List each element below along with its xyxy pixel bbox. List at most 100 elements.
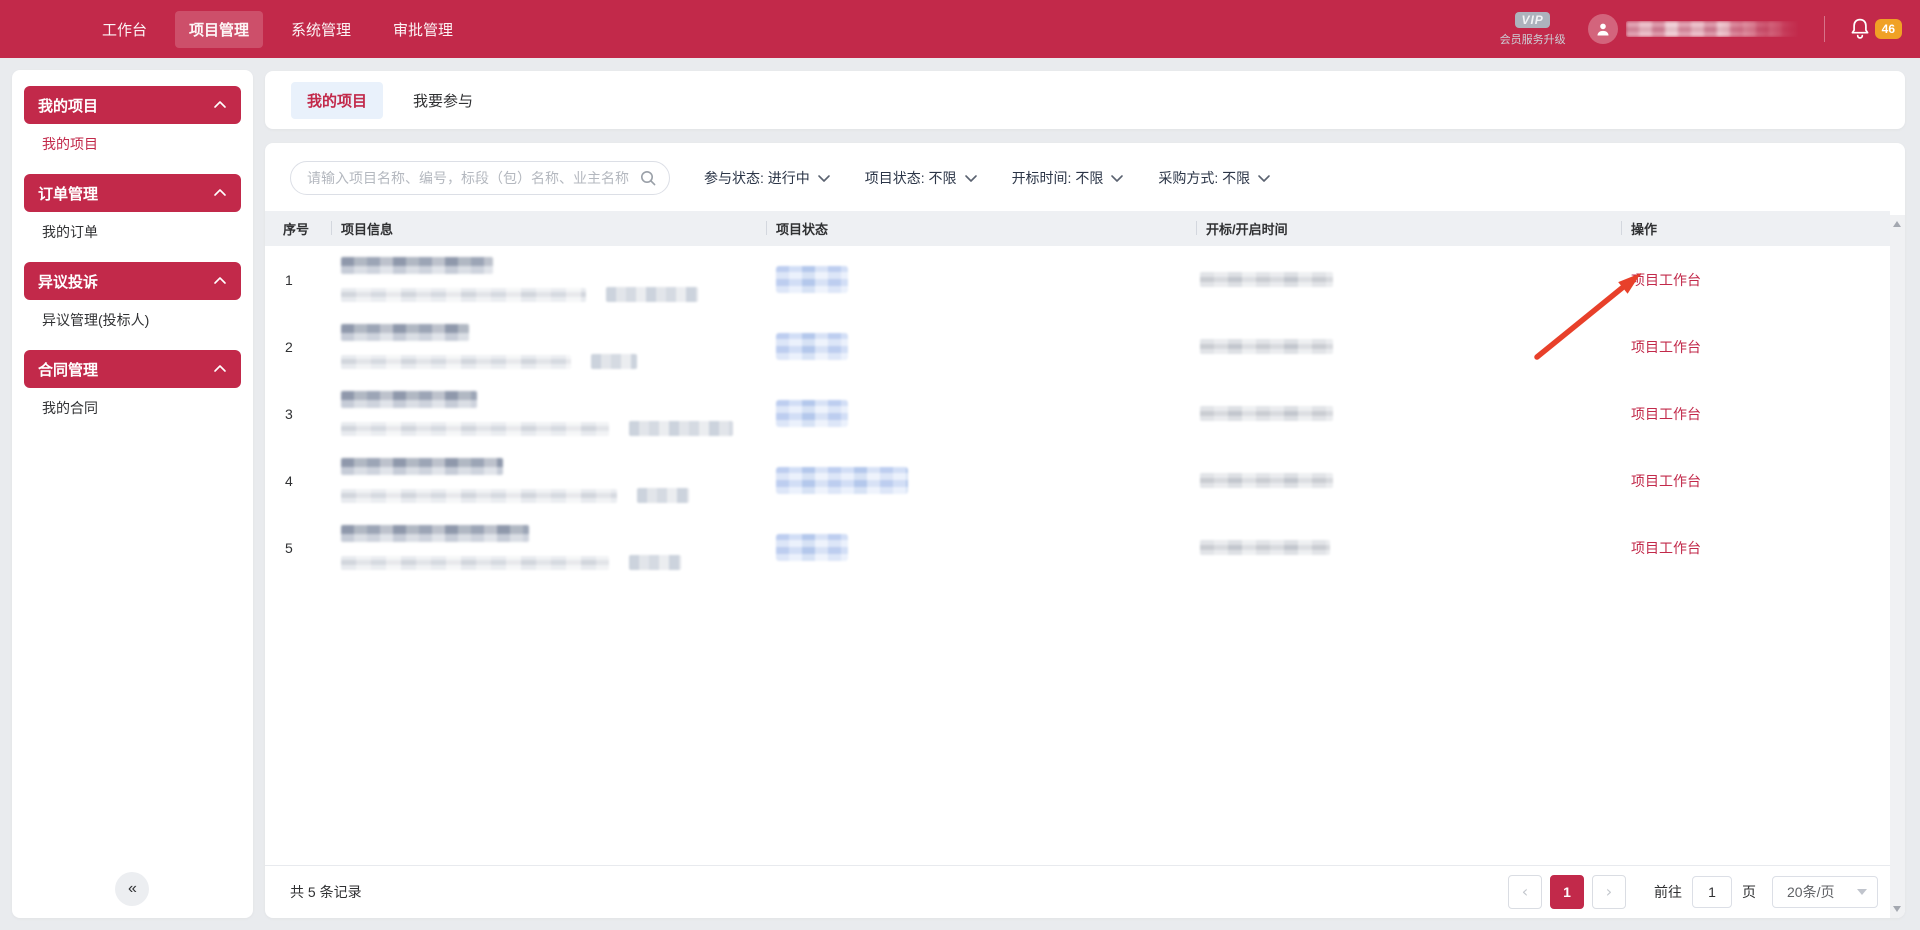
filter-dropdown-1[interactable]: 参与状态: 进行中 (704, 168, 831, 188)
project-subline-redacted (341, 355, 571, 369)
project-title-redacted (341, 525, 529, 542)
open-time-redacted (1200, 339, 1333, 354)
filter-dropdown-2[interactable]: 项目状态: 不限 (865, 168, 978, 188)
row-index: 4 (281, 473, 331, 489)
project-workbench-link[interactable]: 项目工作台 (1631, 272, 1701, 288)
sidebar-group-header-2[interactable]: 订单管理 (24, 174, 241, 212)
top-navbar: 工作台项目管理系统管理审批管理 VIP 会员服务升级 46 (0, 0, 1920, 58)
goto-page-input[interactable] (1692, 876, 1732, 908)
status-badge-redacted (776, 467, 908, 494)
page-unit-label: 页 (1742, 882, 1756, 902)
action-cell: 项目工作台 (1621, 337, 1890, 357)
goto-label: 前往 (1654, 882, 1682, 902)
page-number-button[interactable]: 1 (1550, 875, 1584, 909)
project-workbench-link[interactable]: 项目工作台 (1631, 339, 1701, 355)
filter-dropdown-4[interactable]: 采购方式: 不限 (1158, 168, 1271, 188)
action-cell: 项目工作台 (1621, 471, 1890, 491)
person-icon (1595, 21, 1611, 37)
sidebar-item[interactable]: 异议管理(投标人) (24, 300, 241, 340)
filter-dropdown-text: 开标时间: 不限 (1012, 168, 1104, 188)
project-subline-redacted (341, 422, 609, 436)
project-subline-redacted (341, 556, 609, 570)
chevron-up-icon (213, 99, 227, 111)
row-index: 1 (281, 272, 331, 288)
sidebar-group-header-1[interactable]: 我的项目 (24, 86, 241, 124)
filter-row: 参与状态: 进行中 项目状态: 不限 开标时间: 不限 采购方式: 不限 (265, 143, 1905, 211)
page-size-select[interactable]: 20条/页 (1772, 876, 1878, 908)
chevron-down-icon (964, 172, 978, 184)
tab-2[interactable]: 我要参与 (397, 82, 489, 119)
row-index: 5 (281, 540, 331, 556)
tab-1[interactable]: 我的项目 (291, 82, 383, 119)
sidebar-group-header-3[interactable]: 异议投诉 (24, 262, 241, 300)
table-header: 序号项目信息项目状态开标/开启时间操作 (265, 211, 1890, 246)
row-index: 3 (281, 406, 331, 422)
sidebar-item[interactable]: 我的订单 (24, 212, 241, 252)
row-index: 2 (281, 339, 331, 355)
project-workbench-link[interactable]: 项目工作台 (1631, 540, 1701, 556)
project-workbench-link[interactable]: 项目工作台 (1631, 406, 1701, 422)
prev-page-button[interactable]: ‹ (1508, 875, 1542, 909)
nav-item-4[interactable]: 审批管理 (379, 11, 467, 48)
filter-dropdown-text: 项目状态: 不限 (865, 168, 957, 188)
sidebar-item[interactable]: 我的合同 (24, 388, 241, 428)
scrollbar-up-icon[interactable] (1893, 221, 1901, 227)
project-status-cell (766, 400, 1196, 427)
nav-divider (1824, 16, 1825, 42)
pagination-controls: ‹ 1 › 前往 页 20条/页 (1500, 875, 1878, 909)
nav-item-3[interactable]: 系统管理 (277, 11, 365, 48)
project-subinfo (341, 287, 766, 302)
vip-upgrade[interactable]: VIP 会员服务升级 (1500, 12, 1566, 47)
nav-item-1[interactable]: 工作台 (88, 11, 161, 48)
sidebar-group-label: 异议投诉 (38, 271, 98, 292)
notification-count-badge: 46 (1875, 19, 1902, 39)
filter-dropdown-3[interactable]: 开标时间: 不限 (1012, 168, 1125, 188)
column-header-2: 项目信息 (331, 211, 766, 246)
sidebar-group-header-4[interactable]: 合同管理 (24, 350, 241, 388)
project-subline-redacted (341, 489, 617, 503)
open-time-cell (1196, 540, 1621, 555)
username-redacted[interactable] (1626, 21, 1806, 37)
status-badge-redacted (776, 333, 848, 360)
notifications[interactable]: 46 (1849, 17, 1902, 41)
sidebar-groups: 我的项目我的项目订单管理我的订单异议投诉异议管理(投标人) 合同管理我的合同 (12, 86, 253, 428)
chevron-up-icon (213, 363, 227, 375)
pagination-bar: 共 5 条记录 ‹ 1 › 前往 页 20条/页 (265, 865, 1890, 918)
scrollbar-down-icon[interactable] (1893, 906, 1901, 912)
project-subinfo (341, 555, 766, 570)
user-avatar[interactable] (1588, 14, 1618, 44)
sidebar-collapse-button[interactable]: « (115, 872, 149, 906)
column-header-4: 开标/开启时间 (1196, 211, 1621, 246)
action-cell: 项目工作台 (1621, 404, 1890, 424)
status-badge-redacted (776, 266, 848, 293)
column-header-5: 操作 (1621, 211, 1890, 246)
table-row: 1 项目工作台 (281, 246, 1890, 313)
table-scrollbar[interactable] (1890, 215, 1905, 918)
project-table-card: 参与状态: 进行中 项目状态: 不限 开标时间: 不限 采购方式: 不限 序号项目信息… (265, 143, 1905, 918)
open-time-redacted (1200, 406, 1333, 421)
project-tag-redacted (606, 287, 698, 302)
table-row: 3 项目工作台 (281, 380, 1890, 447)
project-title-redacted (341, 458, 503, 475)
search-input[interactable] (307, 170, 639, 186)
filter-dropdown-text: 采购方式: 不限 (1158, 168, 1250, 188)
action-cell: 项目工作台 (1621, 270, 1890, 290)
open-time-cell (1196, 406, 1621, 421)
bell-icon (1849, 17, 1871, 41)
column-header-3: 项目状态 (766, 211, 1196, 246)
project-workbench-link[interactable]: 项目工作台 (1631, 473, 1701, 489)
project-status-cell (766, 266, 1196, 293)
search-icon[interactable] (639, 169, 657, 187)
vip-upgrade-label: 会员服务升级 (1500, 31, 1566, 47)
project-tag-redacted (637, 488, 689, 503)
table-row: 5 项目工作台 (281, 514, 1890, 581)
project-subinfo (341, 488, 766, 503)
caret-down-icon (1857, 889, 1867, 895)
main-content: 我的项目我要参与 参与状态: 进行中项目状态: 不限开标时间: 不限采购方式: … (265, 71, 1905, 129)
status-badge-redacted (776, 400, 848, 427)
nav-item-2[interactable]: 项目管理 (175, 11, 263, 48)
sidebar-item[interactable]: 我的项目 (24, 124, 241, 164)
topnav-right: VIP 会员服务升级 46 (1500, 0, 1902, 58)
search-box[interactable] (290, 161, 670, 195)
next-page-button[interactable]: › (1592, 875, 1626, 909)
